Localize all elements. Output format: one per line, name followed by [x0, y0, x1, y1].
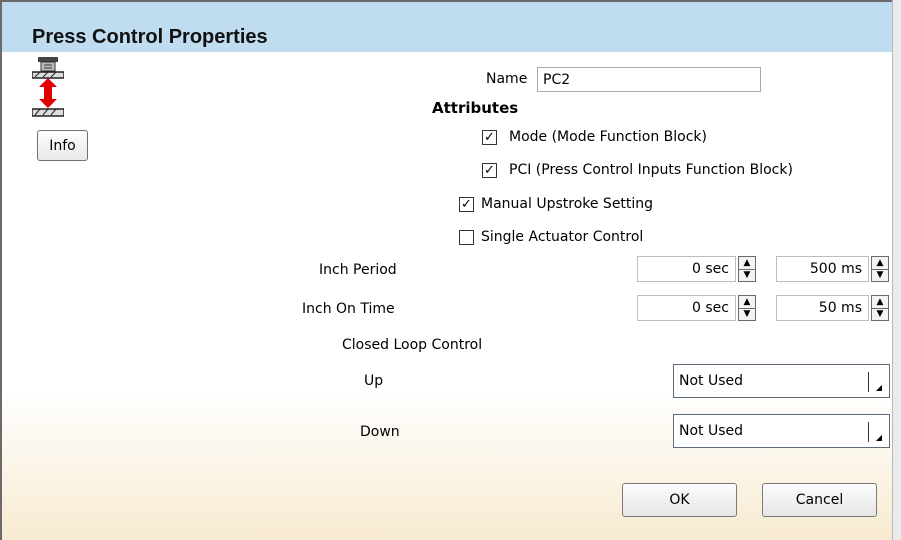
ok-button-label: OK: [669, 492, 690, 508]
mode-label: Mode (Mode Function Block): [509, 129, 707, 145]
down-dropdown[interactable]: Not Used ◢: [673, 414, 890, 448]
up-dropdown-value: Not Used: [679, 373, 744, 389]
arrow-down-icon[interactable]: ▼: [872, 269, 888, 281]
dropdown-arrow-icon[interactable]: ◢: [876, 434, 882, 442]
check-icon: ✓: [484, 130, 495, 145]
inch-on-time-sec-value: 0 sec: [692, 300, 729, 316]
dropdown-arrow-icon[interactable]: ◢: [876, 384, 882, 392]
check-icon: ✓: [461, 197, 472, 212]
down-label: Down: [360, 424, 400, 440]
name-value: PC2: [543, 71, 571, 88]
dropdown-separator: [868, 422, 869, 442]
info-button-label: Info: [49, 137, 76, 154]
up-dropdown[interactable]: Not Used ◢: [673, 364, 890, 398]
dialog-window: [0, 0, 901, 540]
arrow-down-icon[interactable]: ▼: [739, 308, 755, 320]
inch-period-sec-spinner[interactable]: ▲ ▼: [738, 256, 756, 282]
inch-on-time-ms-field[interactable]: 50 ms: [776, 295, 869, 321]
inch-on-time-sec-field[interactable]: 0 sec: [637, 295, 736, 321]
arrow-up-icon[interactable]: ▲: [872, 257, 888, 269]
press-control-icon: [32, 57, 64, 117]
dropdown-separator: [868, 372, 869, 392]
inch-on-time-label: Inch On Time: [302, 301, 395, 317]
cancel-button-label: Cancel: [795, 492, 844, 508]
arrow-down-icon[interactable]: ▼: [872, 308, 888, 320]
inch-period-ms-field[interactable]: 500 ms: [776, 256, 869, 282]
pci-checkbox[interactable]: ✓: [482, 163, 497, 178]
arrow-up-icon[interactable]: ▲: [739, 257, 755, 269]
up-label: Up: [364, 373, 384, 389]
inch-period-ms-spinner[interactable]: ▲ ▼: [871, 256, 889, 282]
dialog-title: Press Control Properties: [32, 26, 268, 48]
inch-period-label: Inch Period: [319, 262, 397, 278]
manual-upstroke-label: Manual Upstroke Setting: [481, 196, 654, 212]
window-edge: [892, 0, 901, 540]
title-bar: Press Control Properties: [2, 2, 892, 52]
arrow-down-icon[interactable]: ▼: [739, 269, 755, 281]
single-actuator-label: Single Actuator Control: [481, 229, 644, 245]
info-button[interactable]: Info: [37, 130, 88, 161]
cancel-button[interactable]: Cancel: [762, 483, 877, 517]
inch-period-sec-value: 0 sec: [692, 261, 729, 277]
inch-on-time-ms-value: 50 ms: [818, 300, 862, 316]
pci-label: PCI (Press Control Inputs Function Block…: [509, 162, 793, 178]
name-field[interactable]: PC2: [537, 67, 761, 92]
single-actuator-checkbox[interactable]: [459, 230, 474, 245]
inch-period-sec-field[interactable]: 0 sec: [637, 256, 736, 282]
attributes-heading: Attributes: [432, 99, 519, 117]
inch-on-time-sec-spinner[interactable]: ▲ ▼: [738, 295, 756, 321]
manual-upstroke-checkbox[interactable]: ✓: [459, 197, 474, 212]
mode-checkbox[interactable]: ✓: [482, 130, 497, 145]
inch-on-time-ms-spinner[interactable]: ▲ ▼: [871, 295, 889, 321]
ok-button[interactable]: OK: [622, 483, 737, 517]
closed-loop-heading: Closed Loop Control: [342, 337, 483, 353]
name-label: Name: [486, 71, 528, 87]
inch-period-ms-value: 500 ms: [809, 261, 862, 277]
arrow-up-icon[interactable]: ▲: [739, 296, 755, 308]
arrow-up-icon[interactable]: ▲: [872, 296, 888, 308]
down-dropdown-value: Not Used: [679, 423, 744, 439]
check-icon: ✓: [484, 163, 495, 178]
